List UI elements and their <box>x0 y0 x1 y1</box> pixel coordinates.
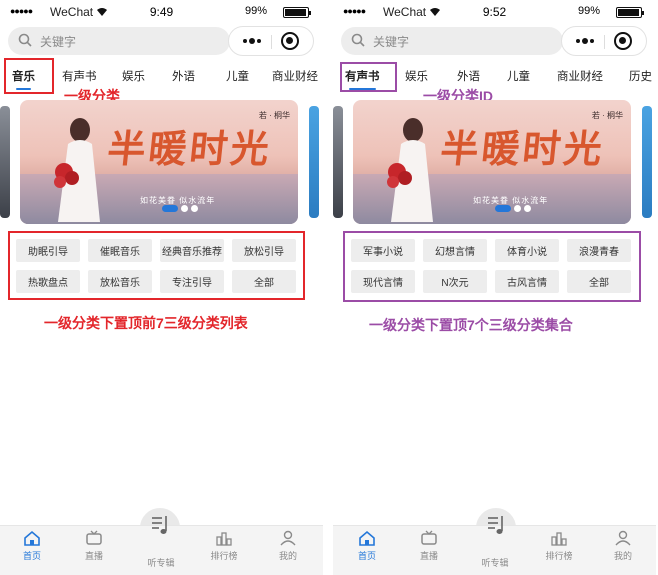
search-placeholder: 关键字 <box>373 35 410 49</box>
search-placeholder: 关键字 <box>40 35 77 49</box>
banner-image[interactable]: 半暖时光 若 · 桐华 如花美眷 似水流年 <box>20 100 298 224</box>
banner-author-tag: 若 · 桐华 <box>258 111 290 120</box>
annotation-box-tab <box>4 58 54 94</box>
tabbar-album[interactable]: 听专辑 <box>471 556 519 569</box>
annotation-box-grid <box>343 231 641 302</box>
tabbar-me-label: 我的 <box>278 551 297 561</box>
battery-icon <box>283 7 311 18</box>
tab-language[interactable]: 外语 <box>172 68 195 84</box>
tabbar-live[interactable]: 直播 <box>405 530 453 562</box>
tabbar-album-label: 听专辑 <box>481 558 509 568</box>
tabbar-live[interactable]: 直播 <box>70 530 118 562</box>
target-circle-icon[interactable] <box>614 32 632 50</box>
ranking-icon <box>216 532 232 546</box>
tab-kids[interactable]: 儿童 <box>226 68 249 84</box>
carousel-indicator <box>495 205 531 212</box>
tabbar-me-label: 我的 <box>613 551 632 561</box>
comparison-canvas: ●●●●● WeChat 9:49 99% 关键字 音乐 有声书 娱乐 外语 儿… <box>0 0 658 575</box>
annotation-label-grid: 一级分类下置顶前7三级分类列表 <box>44 315 248 331</box>
girl-with-roses-illustration <box>387 118 433 222</box>
tab-history[interactable]: 历史 <box>629 68 652 84</box>
search-icon <box>18 33 32 47</box>
more-dots-icon[interactable] <box>235 31 269 51</box>
tab-language[interactable]: 外语 <box>457 68 480 84</box>
tabbar-live-label: 直播 <box>419 551 438 561</box>
prev-banner-peek <box>333 106 343 218</box>
ranking-icon <box>551 532 567 546</box>
target-circle-icon[interactable] <box>281 32 299 50</box>
tabbar-me[interactable]: 我的 <box>264 530 312 562</box>
banner-author-tag: 若 · 桐华 <box>591 111 623 120</box>
tabbar-ranking-label: 排行榜 <box>545 551 573 561</box>
next-banner-peek <box>309 106 319 218</box>
tab-business[interactable]: 商业财经 <box>272 68 318 84</box>
banner-carousel[interactable]: 半暖时光 若 · 桐华 如花美眷 似水流年 <box>0 100 323 224</box>
annotation-box-grid <box>8 231 305 300</box>
tab-audiobook[interactable]: 有声书 <box>62 68 97 84</box>
search-input[interactable]: 关键字 <box>341 27 563 55</box>
miniprogram-capsule <box>561 26 647 56</box>
tab-entertainment[interactable]: 娱乐 <box>405 68 428 84</box>
tabbar-me[interactable]: 我的 <box>599 530 647 562</box>
status-bar: ●●●●● WeChat 9:52 99% <box>333 0 656 24</box>
tv-icon <box>86 530 102 545</box>
capsule-divider <box>604 35 605 49</box>
more-dots-icon[interactable] <box>568 31 602 51</box>
tabbar-live-label: 直播 <box>84 551 103 561</box>
tab-kids[interactable]: 儿童 <box>507 68 530 84</box>
banner-carousel[interactable]: 半暖时光 若 · 桐华 如花美眷 似水流年 <box>333 100 656 224</box>
phone-screen-audiobook: ●●●●● WeChat 9:52 99% 关键字 有声书 娱乐 外语 儿童 商… <box>333 0 656 575</box>
status-time: 9:49 <box>149 5 174 19</box>
battery-percent: 99% <box>244 5 267 17</box>
annotation-label-grid: 一级分类下置顶7个三级分类集合 <box>369 317 573 333</box>
next-banner-peek <box>642 106 652 218</box>
tv-icon <box>421 530 437 545</box>
status-bar: ●●●●● WeChat 9:49 99% <box>0 0 323 24</box>
user-icon <box>615 530 631 546</box>
banner-title: 半暖时光 <box>105 126 275 171</box>
girl-with-roses-illustration <box>54 118 100 222</box>
tabbar-home-label: 首页 <box>357 551 376 561</box>
home-icon <box>359 530 375 546</box>
tab-business[interactable]: 商业财经 <box>557 68 603 84</box>
banner-image[interactable]: 半暖时光 若 · 桐华 如花美眷 似水流年 <box>353 100 631 224</box>
miniprogram-capsule <box>228 26 314 56</box>
tabbar-ranking-label: 排行榜 <box>210 551 238 561</box>
tab-entertainment[interactable]: 娱乐 <box>122 68 145 84</box>
banner-title: 半暖时光 <box>438 126 608 171</box>
battery-icon <box>616 7 644 18</box>
tabbar-album-label: 听专辑 <box>147 558 175 568</box>
phone-screen-music: ●●●●● WeChat 9:49 99% 关键字 音乐 有声书 娱乐 外语 儿… <box>0 0 323 575</box>
search-input[interactable]: 关键字 <box>8 27 230 55</box>
status-time: 9:52 <box>482 5 507 19</box>
album-icon <box>488 516 503 534</box>
tabbar-home[interactable]: 首页 <box>8 530 56 562</box>
tabbar-home-label: 首页 <box>22 551 41 561</box>
user-icon <box>280 530 296 546</box>
tabbar-album[interactable]: 听专辑 <box>137 556 185 569</box>
search-icon <box>351 33 365 47</box>
tabbar-ranking[interactable]: 排行榜 <box>535 530 583 562</box>
album-icon <box>152 516 167 534</box>
capsule-divider <box>271 35 272 49</box>
carousel-indicator <box>162 205 198 212</box>
tabbar-ranking[interactable]: 排行榜 <box>200 530 248 562</box>
battery-percent: 99% <box>577 5 600 17</box>
annotation-box-tab <box>340 62 397 92</box>
tabbar-home[interactable]: 首页 <box>343 530 391 562</box>
prev-banner-peek <box>0 106 10 218</box>
home-icon <box>24 530 40 546</box>
